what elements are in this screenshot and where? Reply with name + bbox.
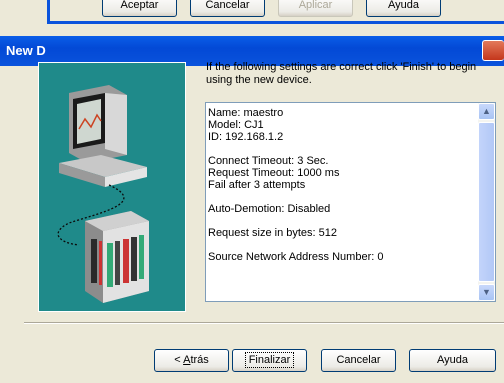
- apply-button[interactable]: Aplicar: [278, 0, 353, 17]
- vertical-scrollbar[interactable]: ▲ ▼: [478, 103, 495, 301]
- scroll-up-icon[interactable]: ▲: [478, 103, 495, 120]
- scroll-down-icon[interactable]: ▼: [478, 284, 495, 301]
- button-separator: [24, 322, 504, 324]
- summary-line: Request size in bytes: 512: [208, 227, 338, 239]
- computer-device-illustration: [57, 85, 149, 303]
- settings-summary-box[interactable]: Name: maestro Model: CJ1 ID: 192.168.1.2…: [205, 102, 496, 302]
- summary-line: Source Network Address Number: 0: [208, 251, 384, 263]
- summary-line: Model: CJ1: [208, 119, 264, 131]
- property-sheet-dialog: Aceptar Cancelar Aplicar Ayuda: [47, 0, 504, 24]
- close-button[interactable]: [482, 40, 504, 61]
- sheet-cancel-button[interactable]: Cancelar: [190, 0, 265, 17]
- summary-line: Name: maestro: [208, 107, 284, 119]
- new-device-wizard: New D If the following settings are corr…: [0, 0, 504, 383]
- settings-summary-text: Name: maestro Model: CJ1 ID: 192.168.1.2…: [208, 107, 478, 263]
- help-button[interactable]: Ayuda: [409, 349, 496, 372]
- summary-line: Request Timeout: 1000 ms: [208, 167, 340, 179]
- summary-line: Connect Timeout: 3 Sec.: [208, 155, 329, 167]
- sheet-help-button[interactable]: Ayuda: [366, 0, 441, 17]
- summary-line: Fail after 3 attempts: [208, 179, 306, 191]
- ok-button[interactable]: Aceptar: [102, 0, 177, 17]
- finish-button[interactable]: Finalizar: [232, 349, 307, 372]
- summary-line: Auto-Demotion: Disabled: [208, 203, 331, 215]
- wizard-title: New D: [6, 43, 46, 58]
- back-button[interactable]: < Atrás: [154, 349, 229, 372]
- summary-line: ID: 192.168.1.2: [208, 131, 284, 143]
- wizard-illustration: [38, 62, 186, 312]
- scrollbar-thumb[interactable]: [478, 122, 495, 282]
- cancel-button[interactable]: Cancelar: [321, 349, 396, 372]
- intro-text: If the following settings are correct cl…: [206, 61, 477, 86]
